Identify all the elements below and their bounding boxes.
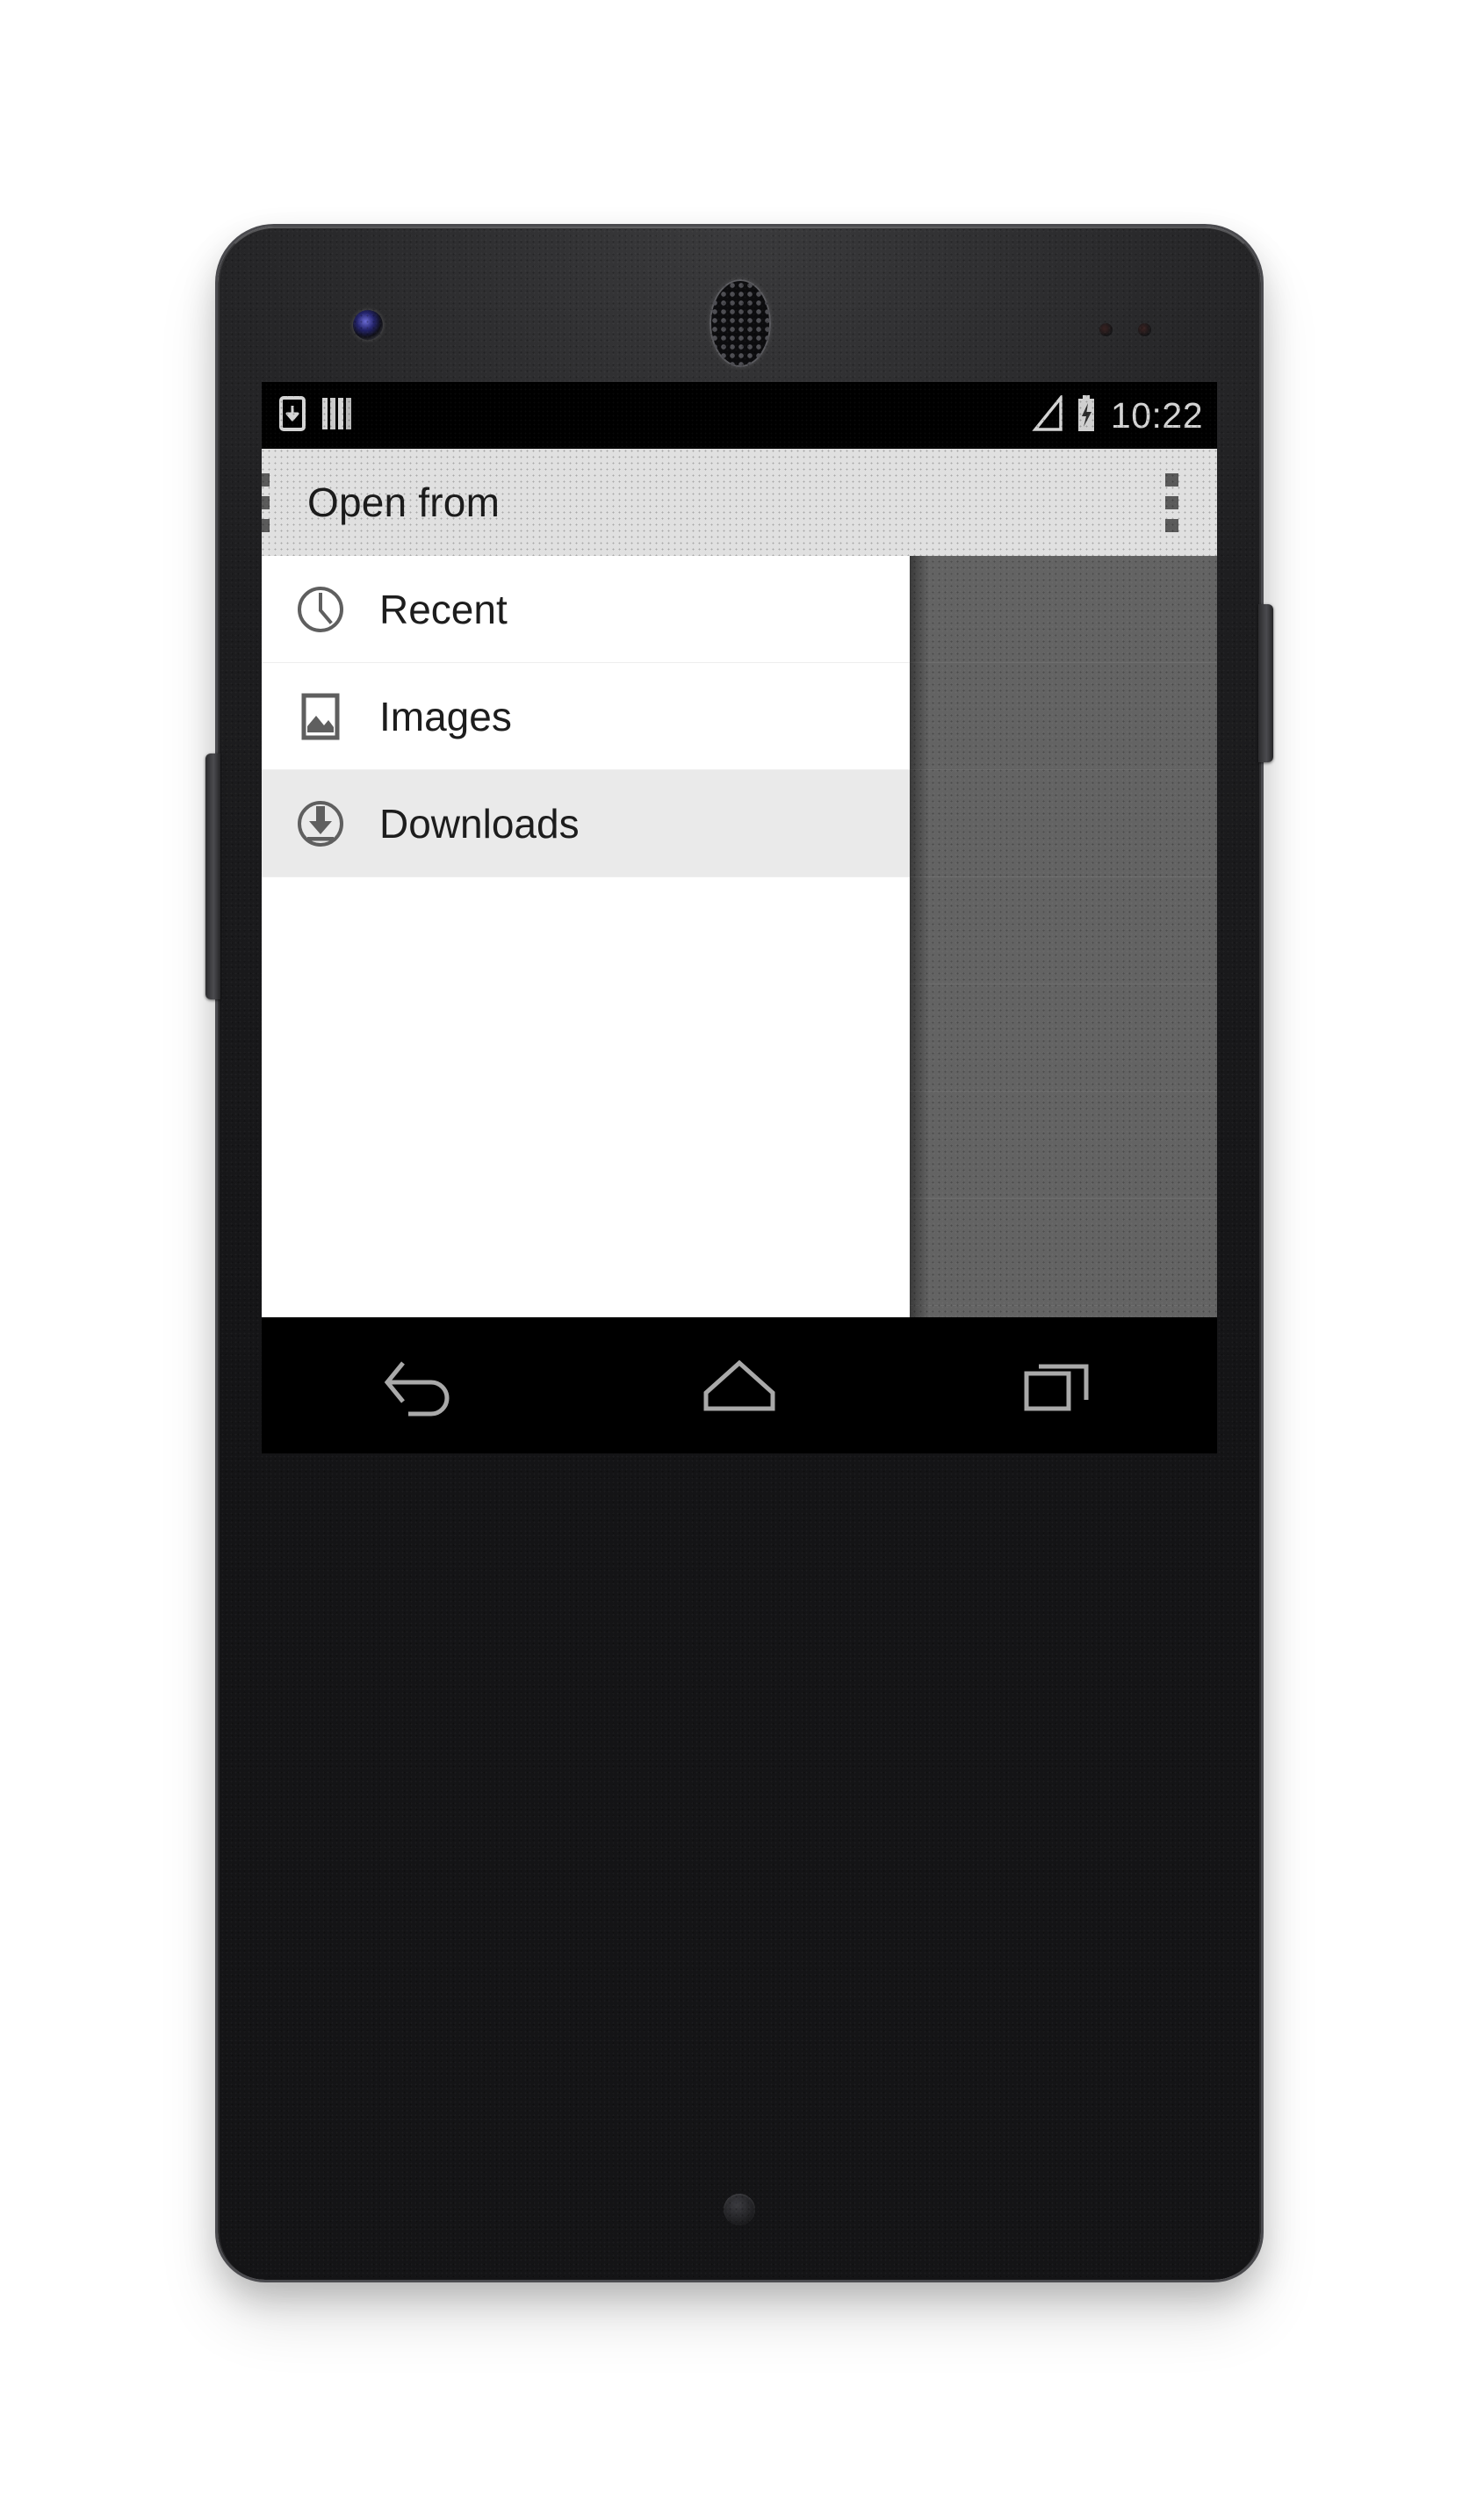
app-toolbar: Open from [262, 449, 1217, 556]
power-button[interactable] [1258, 604, 1273, 762]
home-button[interactable] [656, 1317, 823, 1453]
system-navigation-bar [262, 1317, 1217, 1453]
navigation-drawer: Recent Images Downloads [262, 556, 929, 1317]
download-circle-icon [293, 797, 348, 851]
sidebar-item-images[interactable]: Images [262, 663, 910, 770]
volume-rocker-button[interactable] [205, 753, 220, 999]
sidebar-item-label: Recent [379, 586, 508, 632]
clock-icon [293, 582, 348, 637]
signal-triangle-icon [1032, 393, 1065, 436]
sidebar-item-recent[interactable]: Recent [262, 556, 910, 663]
overflow-menu-icon[interactable] [1143, 464, 1199, 541]
sidebar-item-label: Images [379, 693, 512, 739]
status-bar-right-icons: 10:22 [1032, 393, 1203, 437]
drawer-handle-icon[interactable] [262, 464, 270, 541]
status-bar: 10:22 [262, 382, 1217, 449]
sidebar-item-label: Downloads [379, 800, 580, 847]
content-area: s (1).pdf s.pdf xt [262, 556, 1217, 1317]
status-bar-left-icons [279, 395, 353, 436]
barcode-notification-icon [321, 396, 353, 436]
front-camera-lens [353, 310, 383, 340]
phone-screen: 10:22 Open from s (1).pd [262, 382, 1217, 1317]
recents-button[interactable] [975, 1317, 1142, 1453]
battery-charging-icon [1074, 394, 1099, 437]
bottom-microphone-dot [724, 2194, 755, 2225]
image-icon [293, 689, 348, 744]
phone-device-mockup: 10:22 Open from s (1).pd [205, 227, 1273, 2280]
back-button[interactable] [337, 1317, 504, 1453]
status-bar-clock: 10:22 [1110, 394, 1203, 436]
download-notification-icon [279, 395, 306, 436]
page-title: Open from [307, 479, 501, 525]
sidebar-item-downloads[interactable]: Downloads [262, 770, 910, 877]
earpiece-speaker-grille [710, 279, 771, 367]
proximity-sensor-dots [1099, 323, 1157, 337]
